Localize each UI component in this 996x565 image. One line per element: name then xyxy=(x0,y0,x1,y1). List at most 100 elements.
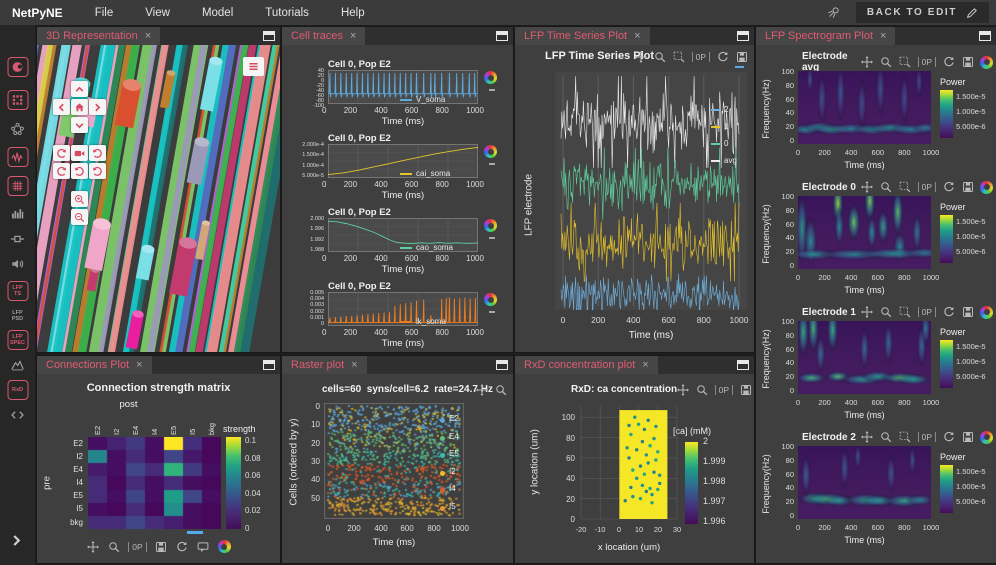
sidebar-item-dipole-grid[interactable] xyxy=(7,90,28,110)
minimize-window-icon[interactable] xyxy=(737,31,749,41)
select-icon[interactable] xyxy=(673,50,686,63)
legend-item[interactable]: 0 xyxy=(711,135,737,152)
save-icon[interactable] xyxy=(155,540,168,553)
legend-label[interactable]: I2 xyxy=(449,467,456,476)
select-icon[interactable] xyxy=(899,306,912,319)
zoom-icon[interactable] xyxy=(880,306,893,319)
palette-icon[interactable] xyxy=(484,219,497,232)
menu-file[interactable]: File xyxy=(95,7,114,19)
zoom-icon[interactable] xyxy=(880,181,893,194)
refresh-icon[interactable] xyxy=(942,306,955,319)
rotate-cw-button[interactable] xyxy=(89,163,106,179)
rotate-ccw-button[interactable] xyxy=(53,145,70,161)
refresh-icon[interactable] xyxy=(176,540,189,553)
modebar-collapsed-indicator[interactable] xyxy=(489,163,495,165)
tab-lfp-timeseries[interactable]: LFP Time Series Plot × xyxy=(515,27,650,45)
save-icon[interactable] xyxy=(961,306,974,319)
sidebar-item-circuit-node[interactable] xyxy=(7,229,28,249)
pan-icon[interactable] xyxy=(861,306,874,319)
zoom-icon[interactable] xyxy=(696,383,709,396)
menu-help[interactable]: Help xyxy=(341,7,365,19)
tab-raster[interactable]: Raster plot × xyxy=(282,356,367,374)
rocket-icon[interactable] xyxy=(827,6,840,19)
tab-lfp-spectrogram[interactable]: LFP Spectrogram Plot × xyxy=(756,27,895,45)
menu-tutorials[interactable]: Tutorials xyxy=(265,7,309,19)
palette-icon[interactable] xyxy=(484,145,497,158)
legend-item[interactable]: 2 xyxy=(711,101,737,118)
camera-button[interactable] xyxy=(71,145,88,161)
legend-item[interactable]: 1 xyxy=(711,118,737,135)
sidebar-item-lfp-spectrogram[interactable]: LFPSPEC xyxy=(7,330,28,350)
reset-axes-label[interactable]: 0P xyxy=(692,52,710,62)
pan-icon[interactable] xyxy=(861,181,874,194)
pan-icon[interactable] xyxy=(475,383,488,396)
zoom-icon[interactable] xyxy=(880,56,893,69)
sidebar-item-granger[interactable] xyxy=(7,254,28,274)
pan-down-button[interactable] xyxy=(71,117,88,133)
pan-left-button[interactable] xyxy=(53,99,70,115)
close-icon[interactable]: × xyxy=(351,360,357,371)
list-icon[interactable] xyxy=(243,57,264,76)
palette-icon[interactable] xyxy=(484,71,497,84)
pan-icon[interactable] xyxy=(86,540,99,553)
zoom-icon[interactable] xyxy=(494,383,507,396)
save-icon[interactable] xyxy=(735,50,748,63)
zoom-icon[interactable] xyxy=(107,540,120,553)
zoom-icon[interactable] xyxy=(880,431,893,444)
palette-icon[interactable] xyxy=(980,431,993,444)
sidebar-item-lfp-psd[interactable]: LFPPSD xyxy=(7,306,28,326)
sidebar-item-code-editor[interactable] xyxy=(7,405,28,425)
close-icon[interactable]: × xyxy=(136,360,142,371)
pan-up-button[interactable] xyxy=(71,81,88,97)
connection-matrix-heatmap[interactable] xyxy=(88,437,221,529)
rotate-ccw-button[interactable] xyxy=(53,163,70,179)
refresh-icon[interactable] xyxy=(942,56,955,69)
tab-rxd[interactable]: RxD concentration plot × xyxy=(515,356,658,374)
tab-connections[interactable]: Connections Plot × xyxy=(37,356,152,374)
refresh-icon[interactable] xyxy=(942,181,955,194)
save-icon[interactable] xyxy=(739,383,752,396)
legend-label[interactable]: I4 xyxy=(449,484,456,493)
reset-axes-label[interactable]: 0P xyxy=(128,542,146,552)
minimize-window-icon[interactable] xyxy=(737,360,749,370)
rotate-cw-button[interactable] xyxy=(71,163,88,179)
reset-camera-button[interactable] xyxy=(71,99,88,115)
sidebar-item-lfp-timeseries[interactable]: LFPTS xyxy=(7,281,28,301)
spectrogram-heatmap[interactable] xyxy=(798,321,931,394)
reset-axes-label[interactable]: 0P xyxy=(918,57,936,67)
palette-icon[interactable] xyxy=(980,56,993,69)
select-icon[interactable] xyxy=(899,431,912,444)
save-icon[interactable] xyxy=(961,56,974,69)
sidebar-item-spike-histogram[interactable] xyxy=(7,203,28,223)
select-icon[interactable] xyxy=(899,56,912,69)
close-icon[interactable]: × xyxy=(145,31,151,42)
sidebar-item-cell-traces[interactable] xyxy=(7,147,28,167)
save-icon[interactable] xyxy=(961,181,974,194)
legend-label[interactable]: E4 xyxy=(449,432,459,441)
select-icon[interactable] xyxy=(899,181,912,194)
palette-icon[interactable] xyxy=(484,293,497,306)
close-icon[interactable]: × xyxy=(642,360,648,371)
comment-icon[interactable] xyxy=(197,540,210,553)
palette-icon[interactable] xyxy=(218,540,231,553)
menu-view[interactable]: View xyxy=(145,7,170,19)
spectrogram-heatmap[interactable] xyxy=(798,196,931,269)
legend-item[interactable]: avg xyxy=(711,152,737,169)
close-icon[interactable]: × xyxy=(350,31,356,42)
pan-icon[interactable] xyxy=(635,50,648,63)
reset-axes-label[interactable]: 0P xyxy=(918,432,936,442)
pan-icon[interactable] xyxy=(861,56,874,69)
minimize-window-icon[interactable] xyxy=(263,360,275,370)
menu-model[interactable]: Model xyxy=(202,7,233,19)
minimize-window-icon[interactable] xyxy=(496,360,508,370)
sidebar-item-3d-soma[interactable] xyxy=(7,57,28,77)
sidebar-item-peak-plot[interactable] xyxy=(7,355,28,375)
tab-cell-traces[interactable]: Cell traces × xyxy=(282,27,365,45)
refresh-icon[interactable] xyxy=(716,50,729,63)
spectrogram-heatmap[interactable] xyxy=(798,71,931,144)
zoom-out-button[interactable] xyxy=(71,209,88,225)
pan-icon[interactable] xyxy=(677,383,690,396)
pan-icon[interactable] xyxy=(861,431,874,444)
close-icon[interactable]: × xyxy=(634,31,640,42)
sidebar-item-network-graph[interactable] xyxy=(7,119,28,139)
